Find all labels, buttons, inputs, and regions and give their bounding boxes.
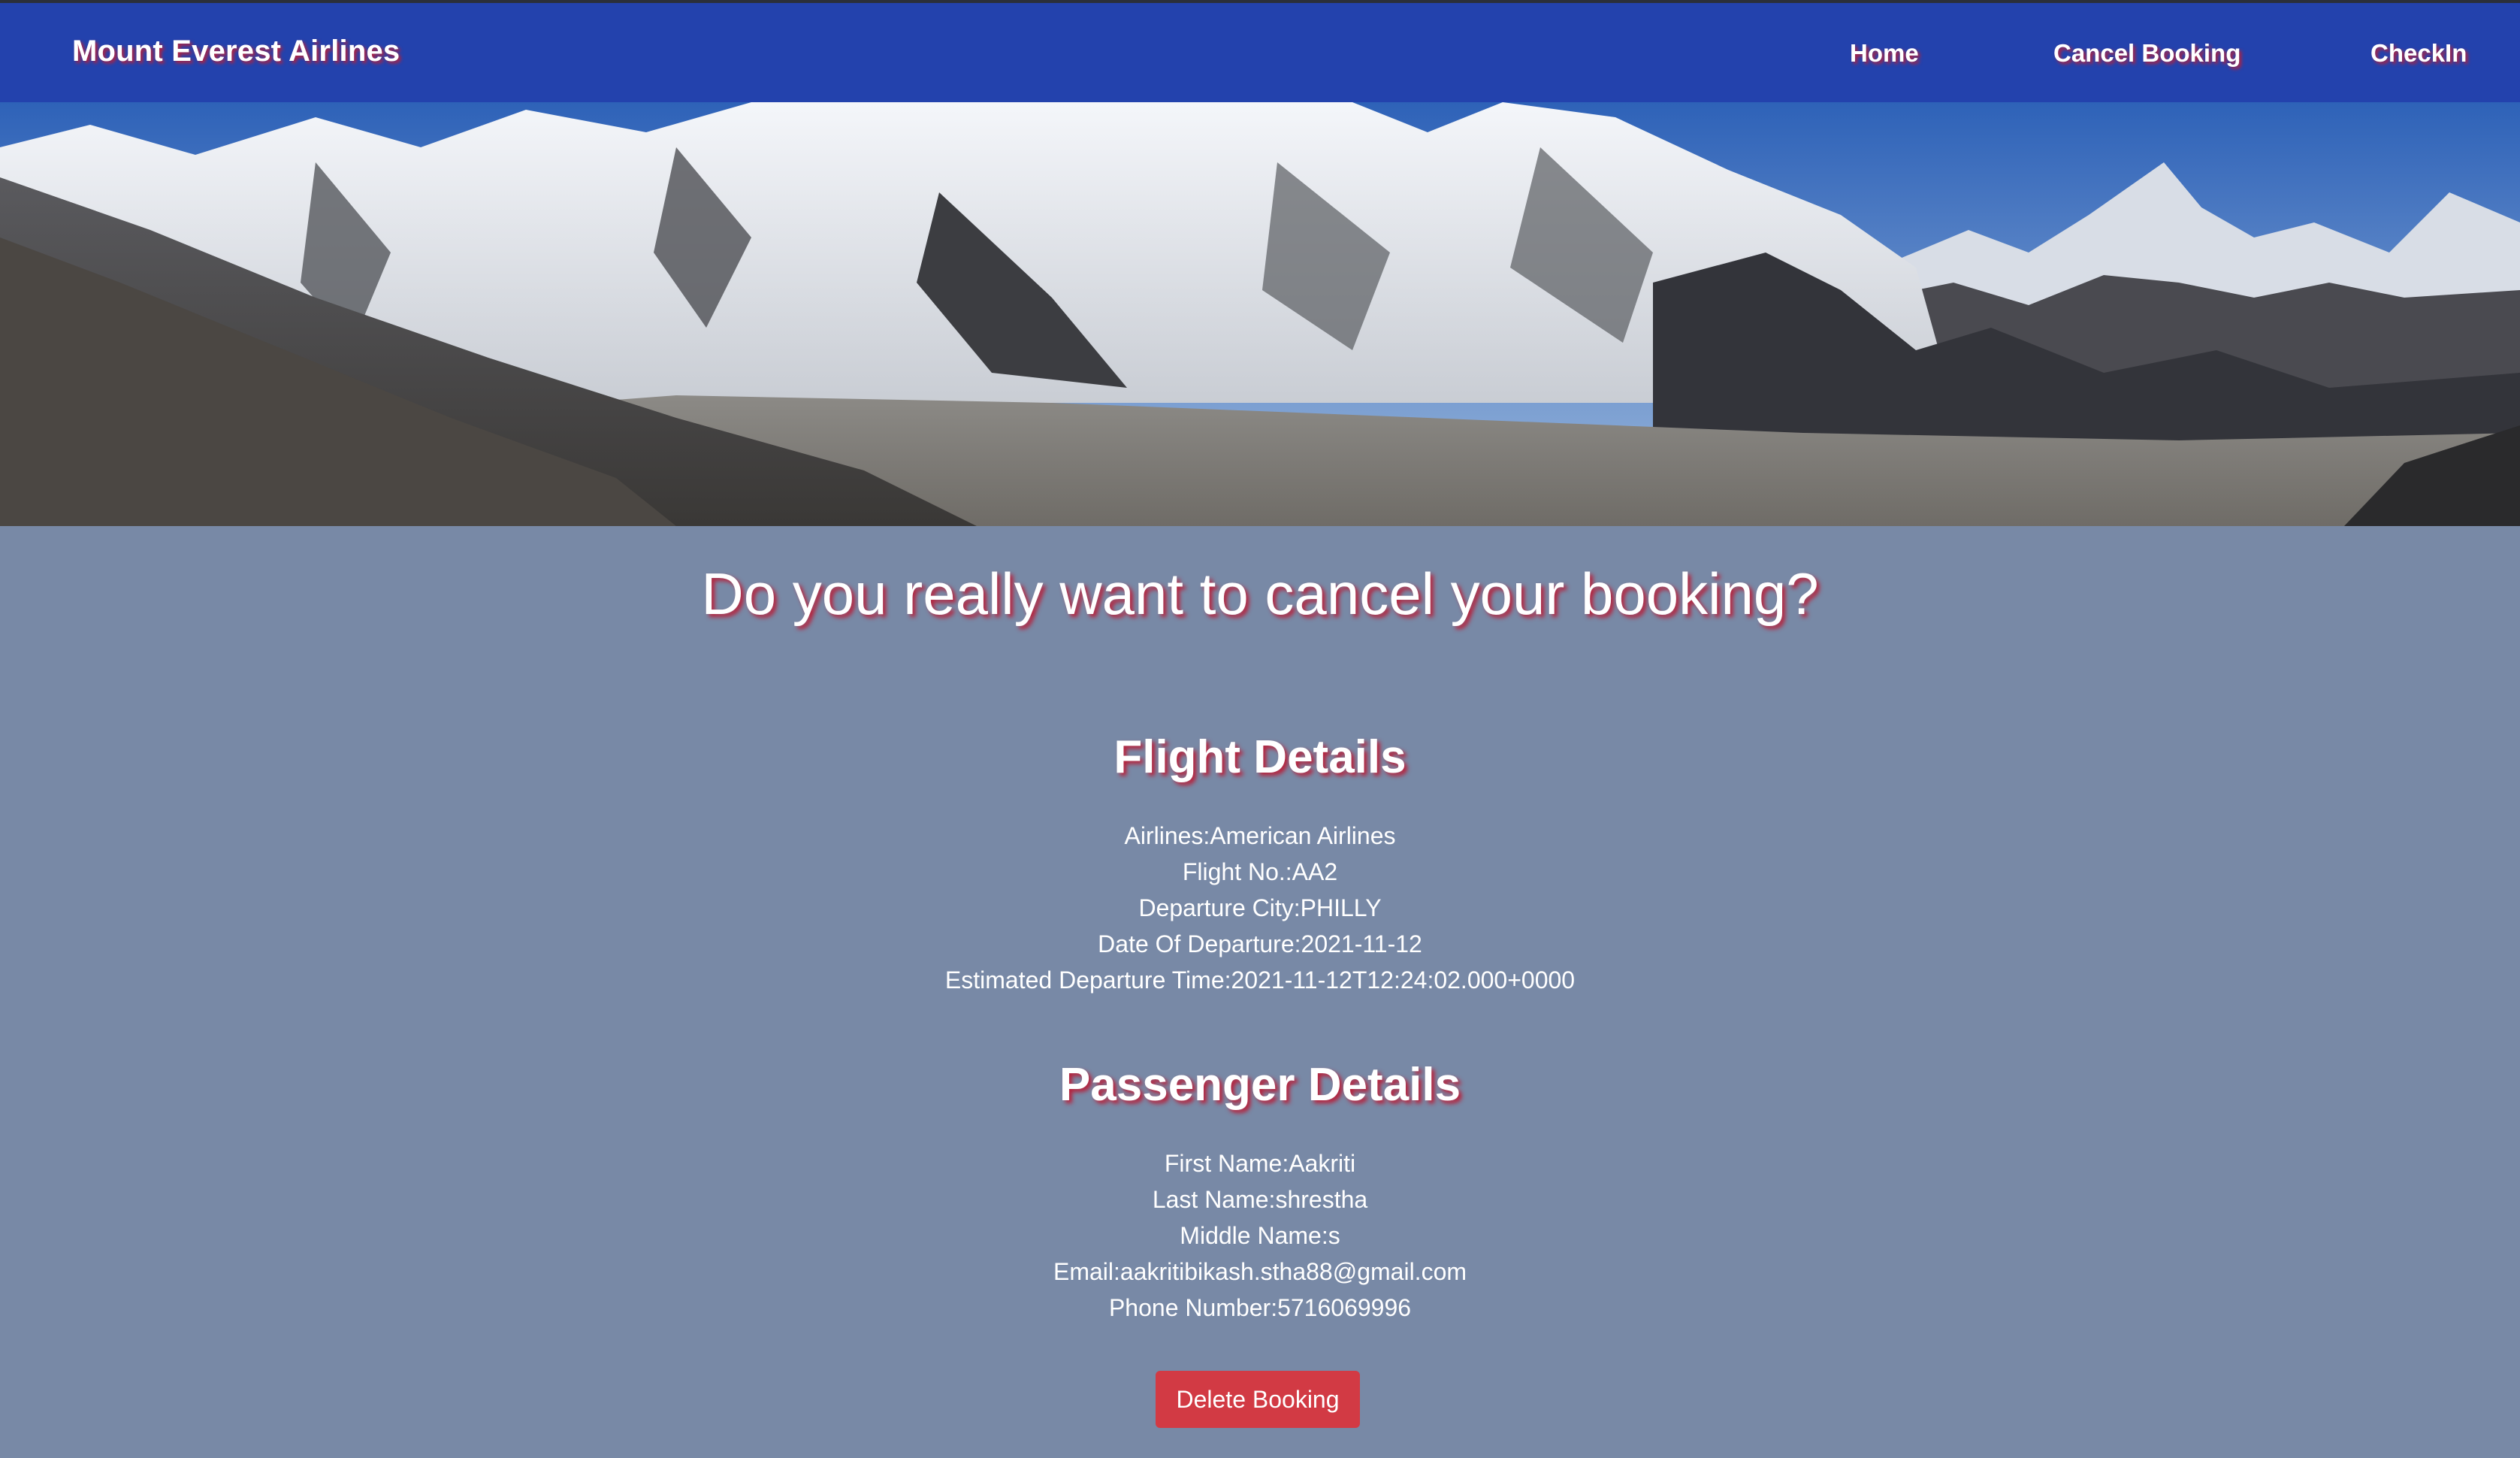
delete-booking-button[interactable]: Delete Booking <box>1156 1371 1360 1428</box>
brand-link[interactable]: Mount Everest Airlines <box>72 35 400 68</box>
passenger-first-name: First Name:Aakriti <box>1164 1150 1356 1177</box>
passenger-details-list: First Name:Aakriti Last Name:shrestha Mi… <box>0 1145 2520 1326</box>
passenger-phone: Phone Number:5716069996 <box>1108 1294 1412 1321</box>
flight-departure-time: Estimated Departure Time:2021-11-12T12:2… <box>944 966 1576 994</box>
top-navbar: Mount Everest Airlines Home Cancel Booki… <box>0 0 2520 102</box>
passenger-last-name: Last Name:shrestha <box>1152 1186 1368 1213</box>
flight-departure-date: Date Of Departure:2021-11-12 <box>1098 930 1422 957</box>
nav-checkin-link[interactable]: CheckIn <box>2370 39 2467 68</box>
passenger-middle-name: Middle Name:s <box>1180 1222 1340 1249</box>
mountain-panorama-graphic <box>0 102 2520 526</box>
passenger-details-title: Passenger Details <box>1059 1059 1461 1111</box>
nav-cancel-booking-link[interactable]: Cancel Booking <box>2053 39 2241 68</box>
passenger-email: Email:aakritibikash.stha88@gmail.com <box>1053 1258 1467 1285</box>
flight-details-title: Flight Details <box>1113 731 1407 783</box>
flight-departure-city: Departure City:PHILLY <box>1138 894 1382 921</box>
hero-mountain-image <box>0 102 2520 526</box>
flight-number: Flight No.:AA2 <box>1182 858 1338 885</box>
flight-airlines: Airlines:American Airlines <box>1124 822 1396 849</box>
nav-home-link[interactable]: Home <box>1850 39 1919 68</box>
cancel-confirmation-headline: Do you really want to cancel your bookin… <box>701 561 1819 627</box>
cancel-booking-page: Mount Everest Airlines Home Cancel Booki… <box>0 0 2520 1458</box>
flight-details-list: Airlines:American Airlines Flight No.:AA… <box>0 818 2520 998</box>
